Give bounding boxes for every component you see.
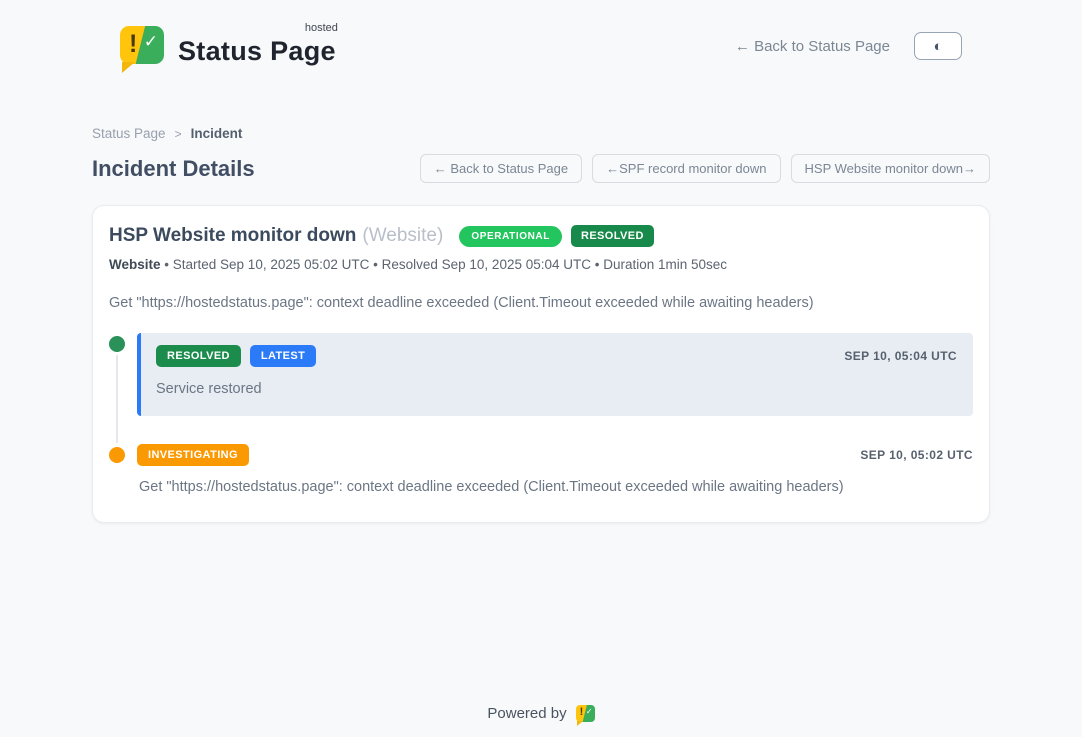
prev-incident-button[interactable]: ←SPF record monitor down [592, 154, 780, 183]
breadcrumb-incident: Incident [191, 126, 243, 141]
timeline-highlight-box: RESOLVED LATEST SEP 10, 05:04 UTC Servic… [137, 333, 973, 416]
timeline-item-head: INVESTIGATING SEP 10, 05:02 UTC [137, 444, 973, 466]
timeline-message: Get "https://hostedstatus.page": context… [137, 479, 973, 495]
brand-wrap: Status Page hosted [178, 26, 336, 67]
incident-timeline: RESOLVED LATEST SEP 10, 05:04 UTC Servic… [109, 333, 973, 495]
timeline-dot-col [109, 444, 125, 495]
check-icon: ✓ [586, 707, 593, 716]
investigating-badge: INVESTIGATING [137, 444, 249, 466]
timeline-item: RESOLVED LATEST SEP 10, 05:04 UTC Servic… [109, 333, 973, 416]
exclamation-icon: ! [580, 706, 584, 719]
resolved-dot-icon [109, 336, 125, 352]
exclamation-icon: ! [129, 29, 137, 59]
powered-by: Powered by ! ✓ [487, 705, 594, 722]
latest-badge: LATEST [250, 345, 316, 367]
timeline-message: Service restored [156, 381, 957, 397]
timeline-item-head: RESOLVED LATEST SEP 10, 05:04 UTC [156, 345, 957, 367]
back-to-status-page-link[interactable]: ← Back to Status Page [735, 38, 890, 55]
statuspage-logo[interactable]: ! ✓ Status Page hosted [120, 26, 336, 67]
incident-title: HSP Website monitor down [109, 225, 356, 247]
incident-component: (Website) [362, 225, 443, 247]
check-icon: ✓ [144, 32, 158, 52]
title-row: Incident Details ← Back to Status Page ←… [92, 154, 990, 183]
statuspage-logo-icon: ! ✓ [120, 26, 164, 64]
theme-toggle-icon: ◐ [933, 39, 942, 54]
page-title: Incident Details [92, 156, 255, 182]
timeline-dot-col [109, 333, 125, 416]
next-incident-button[interactable]: HSP Website monitor down→ [791, 154, 990, 183]
timeline-timestamp: SEP 10, 05:02 UTC [860, 448, 973, 462]
statuspage-logo-icon: ! ✓ [576, 705, 595, 722]
brand-superscript: hosted [305, 22, 338, 34]
header: ! ✓ Status Page hosted ← Back to Status … [0, 0, 1082, 76]
timeline-timestamp: SEP 10, 05:04 UTC [844, 349, 957, 363]
timeline-badges: RESOLVED LATEST [156, 345, 316, 367]
theme-toggle-button[interactable]: ◐ [914, 32, 962, 60]
investigating-dot-icon [109, 447, 125, 463]
main-container: Status Page > Incident Incident Details … [92, 126, 990, 523]
operational-status-badge: OPERATIONAL [459, 226, 562, 247]
timeline-badges: INVESTIGATING [137, 444, 249, 466]
incident-meta: Website • Started Sep 10, 2025 05:02 UTC… [109, 257, 973, 272]
incident-title-row: HSP Website monitor down (Website) OPERA… [109, 225, 973, 247]
timeline-item: INVESTIGATING SEP 10, 05:02 UTC Get "htt… [109, 444, 973, 495]
incident-meta-detail: • Started Sep 10, 2025 05:02 UTC • Resol… [164, 257, 727, 272]
resolved-badge: RESOLVED [156, 345, 241, 367]
breadcrumb-status-page[interactable]: Status Page [92, 126, 166, 141]
brand-name: Status Page [178, 36, 336, 66]
incident-card: HSP Website monitor down (Website) OPERA… [92, 205, 990, 523]
header-right: ← Back to Status Page ◐ [735, 32, 962, 60]
incident-meta-component: Website [109, 257, 161, 272]
timeline-item-content: INVESTIGATING SEP 10, 05:02 UTC Get "htt… [137, 444, 973, 495]
back-to-status-page-button[interactable]: ← Back to Status Page [420, 154, 582, 183]
footer: Powered by ! ✓ © 2025-10-08 14:10:34.772… [0, 705, 1082, 737]
chevron-separator-icon: > [175, 127, 182, 141]
incident-description: Get "https://hostedstatus.page": context… [109, 295, 973, 311]
breadcrumb: Status Page > Incident [92, 126, 990, 141]
resolved-status-badge: RESOLVED [571, 225, 654, 247]
incident-nav-buttons: ← Back to Status Page ←SPF record monito… [420, 154, 990, 183]
powered-by-label: Powered by [487, 705, 566, 722]
timeline-item-content: RESOLVED LATEST SEP 10, 05:04 UTC Servic… [137, 333, 973, 416]
